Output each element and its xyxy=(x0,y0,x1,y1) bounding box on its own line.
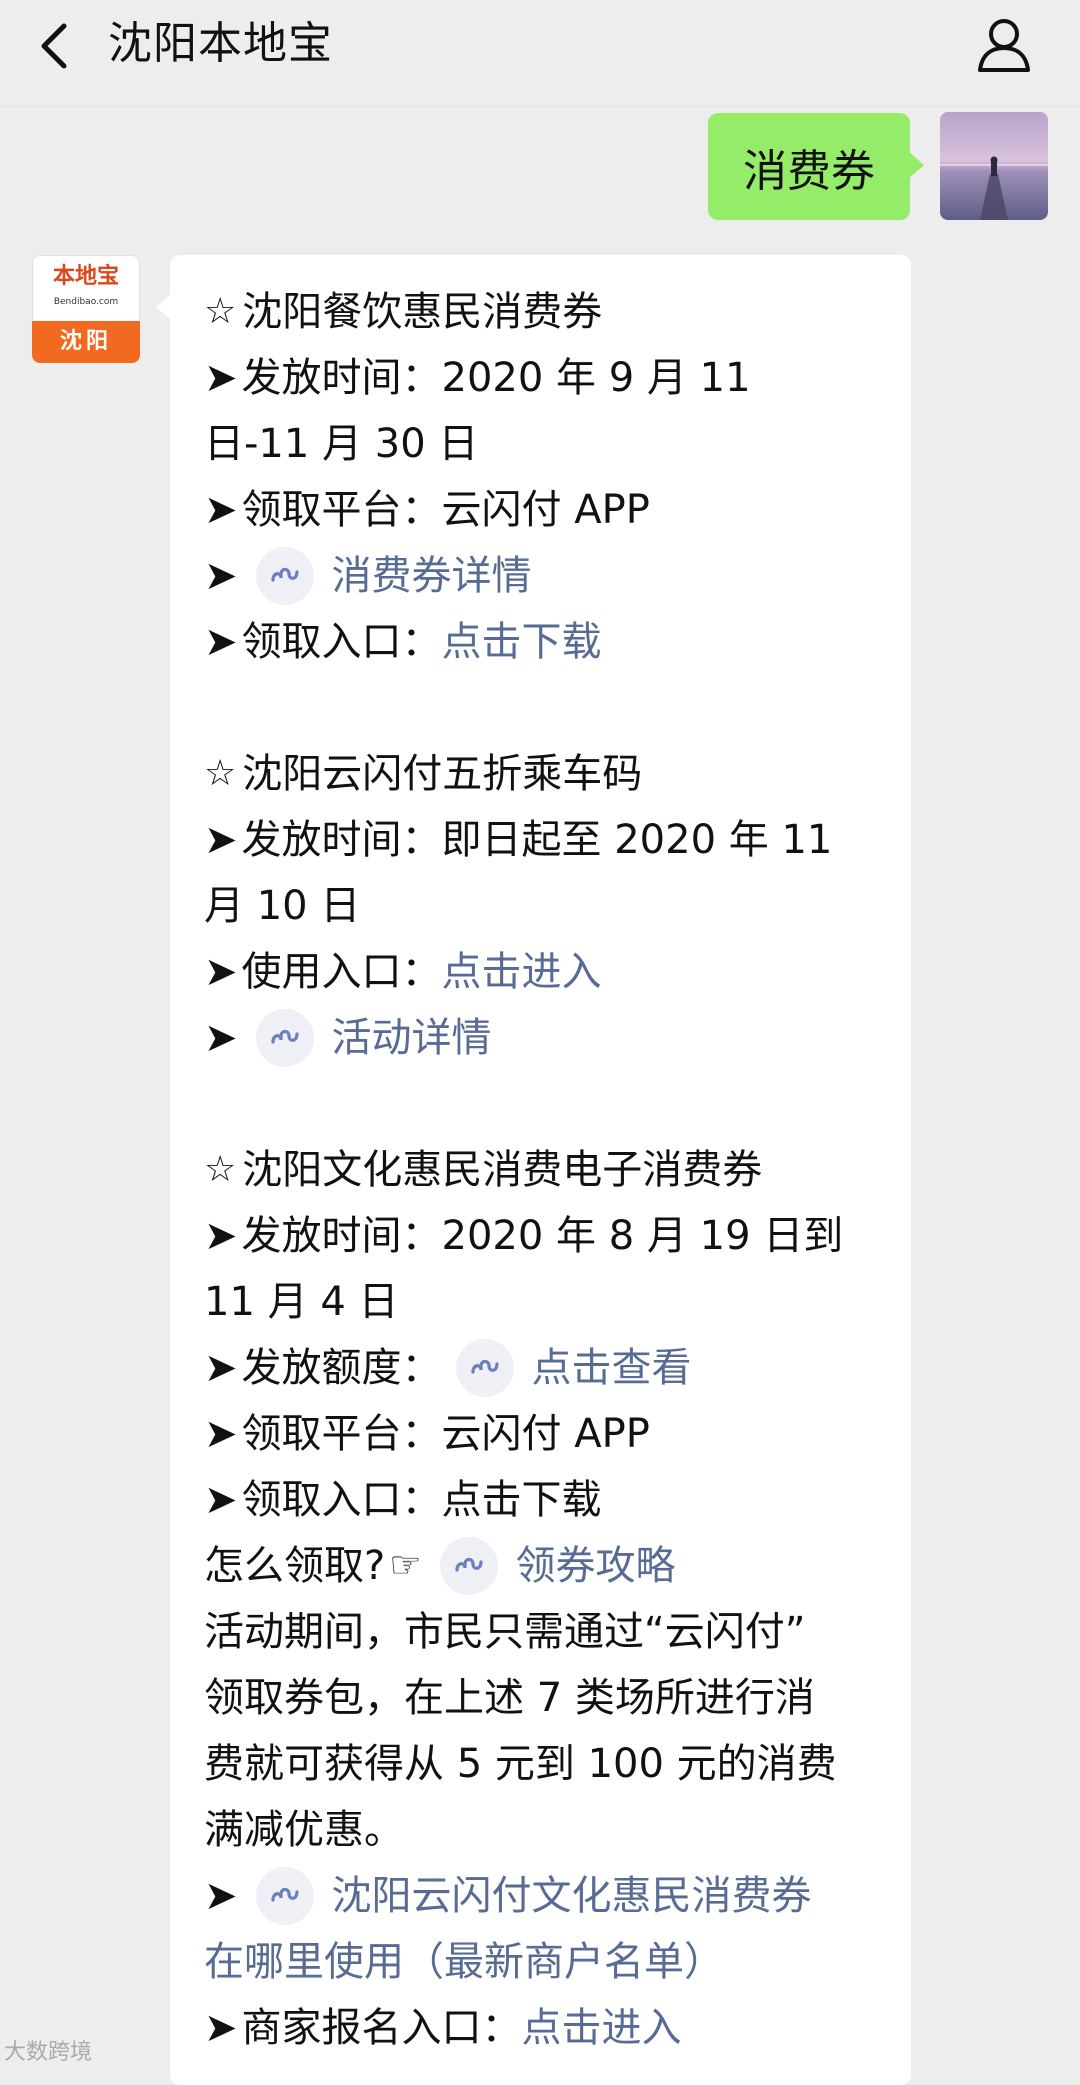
merchant-signup-link[interactable]: 点击进入 xyxy=(522,1995,682,2061)
message-line: ➤ 领取平台：云闪付 APP xyxy=(204,1401,885,1467)
message-line: ➤ 使用入口： 点击进入 xyxy=(204,939,885,1005)
message-line: 怎么领取? ☞ 领券攻略 xyxy=(204,1533,885,1599)
message-text: 领取券包，在上述 7 类场所进行消 xyxy=(204,1675,815,1721)
pointing-hand-icon: ☞ xyxy=(389,1545,422,1586)
brand-logo: 本地宝 Bendibao.com xyxy=(32,255,140,321)
message-text: 领取平台：云闪付 APP xyxy=(241,1411,650,1457)
person-icon[interactable] xyxy=(974,14,1034,74)
message-line: ➤ 领取平台：云闪付 APP xyxy=(204,477,885,543)
message-line: 领取券包，在上述 7 类场所进行消 xyxy=(204,1665,885,1731)
arrow-bullet-icon: ➤ xyxy=(204,2005,238,2051)
message-line: ➤ 发放时间：即日起至 2020 年 11 xyxy=(204,807,885,873)
message-line: ➤ 领取入口： 点击下载 xyxy=(204,609,885,675)
activity-details-link[interactable]: 活动详情 xyxy=(332,1005,492,1071)
message-line: ➤ 沈阳云闪付文化惠民消费券 xyxy=(204,1863,885,1929)
arrow-bullet-icon: ➤ xyxy=(204,355,238,401)
star-outline-icon: ☆ xyxy=(204,291,237,332)
chat-title: 沈阳本地宝 xyxy=(108,18,333,69)
view-quota-link[interactable]: 点击查看 xyxy=(532,1335,692,1401)
message-line: ➤ 活动详情 xyxy=(204,1005,885,1071)
brand-domain: Bendibao.com xyxy=(53,297,119,307)
enter-link[interactable]: 点击进入 xyxy=(442,939,602,1005)
watermark: 大数跨境 xyxy=(4,2040,93,2065)
top-bar: 沈阳本地宝 xyxy=(0,0,1080,107)
section-title: 沈阳云闪付五折乘车码 xyxy=(242,751,643,797)
message-line: 日-11 月 30 日 xyxy=(204,411,885,477)
arrow-bullet-icon: ➤ xyxy=(204,1477,238,1523)
arrow-bullet-icon: ➤ xyxy=(204,619,238,665)
mini-program-link-icon[interactable] xyxy=(255,547,314,605)
my-avatar[interactable] xyxy=(940,112,1048,220)
coupon-details-link[interactable]: 消费券详情 xyxy=(332,543,532,609)
mini-program-link-icon[interactable] xyxy=(455,1339,514,1397)
message-text: 领取入口：点击下载 xyxy=(241,1477,602,1523)
merchant-list-link-continued[interactable]: 在哪里使用（最新商户名单） xyxy=(204,1929,724,1995)
arrow-bullet-icon: ➤ xyxy=(204,553,238,599)
merchant-list-link[interactable]: 沈阳云闪付文化惠民消费券 xyxy=(332,1863,812,1929)
arrow-bullet-icon: ➤ xyxy=(204,817,238,863)
message-line: ☆ 沈阳文化惠民消费电子消费券 xyxy=(204,1137,885,1203)
message-text: 发放时间：即日起至 2020 年 11 xyxy=(241,817,833,863)
arrow-bullet-icon: ➤ xyxy=(204,1213,238,1259)
message-line: ➤ 发放额度： 点击查看 xyxy=(204,1335,885,1401)
message-text: 怎么领取? xyxy=(204,1543,386,1589)
message-text: 满减优惠。 xyxy=(204,1807,404,1853)
message-text: 活动期间，市民只需通过“云闪付” xyxy=(204,1609,806,1655)
section-title: 沈阳餐饮惠民消费券 xyxy=(242,289,603,335)
message-line: ☆ 沈阳云闪付五折乘车码 xyxy=(204,741,885,807)
message-text: 领取入口： xyxy=(241,619,442,665)
message-line: 在哪里使用（最新商户名单） xyxy=(204,1929,885,1995)
outgoing-message-bubble[interactable]: 消费券 xyxy=(708,113,924,220)
arrow-bullet-icon: ➤ xyxy=(204,1411,238,1457)
section-title: 沈阳文化惠民消费电子消费券 xyxy=(242,1147,763,1193)
message-line: ➤ 发放时间：2020 年 8 月 19 日到 xyxy=(204,1203,885,1269)
brand-city: 沈阳 xyxy=(32,321,140,363)
mini-program-link-icon[interactable] xyxy=(439,1537,498,1595)
star-outline-icon: ☆ xyxy=(204,753,237,794)
message-line: 满减优惠。 xyxy=(204,1797,885,1863)
message-text: 商家报名入口： xyxy=(241,2005,522,2051)
chevron-left-icon[interactable] xyxy=(34,18,74,74)
arrow-bullet-icon: ➤ xyxy=(204,949,238,995)
message-text: 发放时间：2020 年 8 月 19 日到 xyxy=(241,1213,844,1259)
message-line: ➤ 发放时间：2020 年 9 月 11 xyxy=(204,345,885,411)
incoming-message-bubble: ☆ 沈阳餐饮惠民消费券 ➤ 发放时间：2020 年 9 月 11 日-11 月 … xyxy=(156,255,911,2085)
mini-program-link-icon[interactable] xyxy=(255,1867,314,1925)
message-text: 使用入口： xyxy=(241,949,442,995)
coupon-guide-link[interactable]: 领券攻略 xyxy=(516,1533,676,1599)
message-text: 发放额度： xyxy=(241,1345,442,1391)
outgoing-message-text: 消费券 xyxy=(743,145,875,197)
arrow-bullet-icon: ➤ xyxy=(204,1015,238,1061)
message-text: 费就可获得从 5 元到 100 元的消费 xyxy=(204,1741,837,1787)
message-text: 月 10 日 xyxy=(204,883,361,929)
message-line: 月 10 日 xyxy=(204,873,885,939)
arrow-bullet-icon: ➤ xyxy=(204,1345,238,1391)
message-line: ☆ 沈阳餐饮惠民消费券 xyxy=(204,279,885,345)
brand-logo-text: 本地宝 xyxy=(52,264,119,289)
message-line: ➤ 商家报名入口： 点击进入 xyxy=(204,1995,885,2061)
message-line: ➤ 消费券详情 xyxy=(204,543,885,609)
message-line: ➤ 领取入口：点击下载 xyxy=(204,1467,885,1533)
arrow-bullet-icon: ➤ xyxy=(204,487,238,533)
download-link[interactable]: 点击下载 xyxy=(442,609,602,675)
message-line: 11 月 4 日 xyxy=(204,1269,885,1335)
star-outline-icon: ☆ xyxy=(204,1149,237,1190)
message-text: 11 月 4 日 xyxy=(204,1279,399,1325)
message-text: 领取平台：云闪付 APP xyxy=(241,487,650,533)
message-line: 活动期间，市民只需通过“云闪付” xyxy=(204,1599,885,1665)
message-text: 发放时间：2020 年 9 月 11 xyxy=(241,355,751,401)
message-line: 费就可获得从 5 元到 100 元的消费 xyxy=(204,1731,885,1797)
mini-program-link-icon[interactable] xyxy=(255,1009,314,1067)
arrow-bullet-icon: ➤ xyxy=(204,1873,238,1919)
message-text: 日-11 月 30 日 xyxy=(204,421,479,467)
sender-avatar[interactable]: 本地宝 Bendibao.com 沈阳 xyxy=(32,255,140,363)
